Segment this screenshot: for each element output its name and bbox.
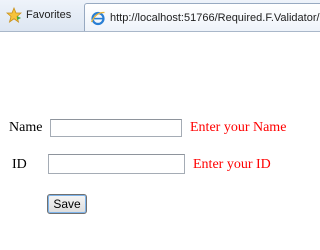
name-required-error: Enter your Name — [190, 120, 287, 135]
page-content: Name Enter your Name ID Enter your ID Sa… — [0, 32, 320, 250]
name-label: Name — [9, 120, 43, 135]
browser-favorites-bar: Favorites http://localhost:51766/Require… — [0, 0, 320, 32]
star-icon — [6, 7, 22, 23]
name-input[interactable] — [50, 119, 182, 137]
internet-explorer-icon — [90, 11, 105, 25]
tab-url: http://localhost:51766/Required.F.Valida… — [110, 11, 320, 24]
browser-tab[interactable]: http://localhost:51766/Required.F.Valida… — [84, 3, 320, 31]
favorites-label: Favorites — [26, 9, 72, 21]
favorites-button[interactable]: Favorites — [2, 4, 80, 26]
id-label: ID — [12, 157, 27, 172]
save-button[interactable]: Save — [47, 194, 87, 214]
id-required-error: Enter your ID — [193, 157, 271, 172]
id-input[interactable] — [48, 154, 185, 174]
